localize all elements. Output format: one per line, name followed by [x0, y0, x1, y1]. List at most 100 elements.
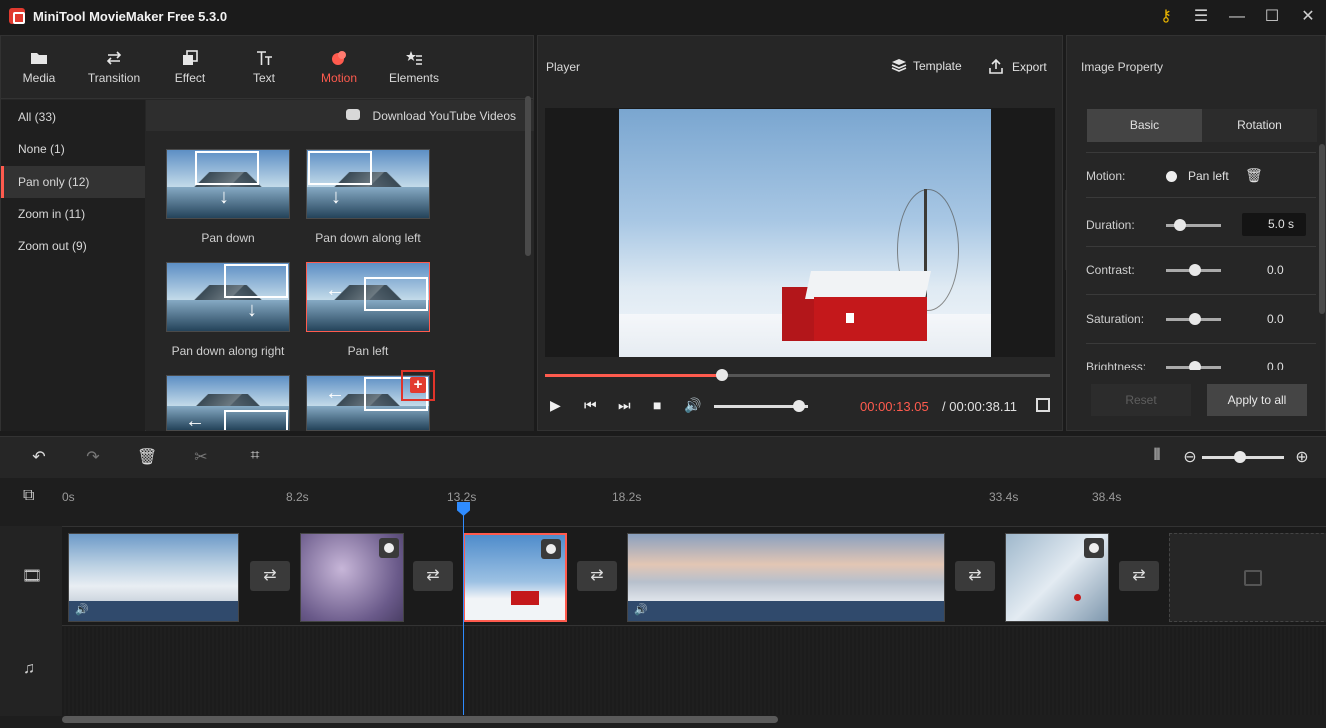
tab-basic[interactable]: Basic — [1087, 109, 1202, 142]
reset-button[interactable]: Reset — [1091, 384, 1191, 416]
music-track[interactable] — [62, 627, 1326, 715]
menu-icon[interactable]: ☰ — [1189, 5, 1213, 29]
category-zoom-in[interactable]: Zoom in (11) — [1, 198, 145, 230]
motion-thumb-pan-down[interactable]: ↓ — [166, 149, 290, 219]
video-track[interactable]: 🔊 ⇄ ⇄ ⇄ 🔊 ⇄ ⇄ — [62, 526, 1326, 626]
fullscreen-icon[interactable] — [1036, 398, 1050, 412]
layers-icon — [891, 59, 907, 72]
time-ruler[interactable]: 0s 8.2s 13.2s 18.2s 33.4s 38.4s — [62, 478, 1326, 516]
next-frame-button[interactable]: ⏭ — [618, 397, 631, 414]
zoom-in-icon[interactable]: ⊕ — [1292, 447, 1312, 467]
crop-icon[interactable]: ⌗ — [245, 447, 265, 467]
library-scrollbar[interactable] — [525, 96, 531, 256]
motion-thumb-pan-down-along-right[interactable]: ↓ — [166, 262, 290, 332]
category-all[interactable]: All (33) — [1, 101, 145, 133]
apply-to-all-button[interactable]: Apply to all — [1207, 384, 1307, 416]
motion-thumb-pan-down-along-left[interactable]: ↓ — [306, 149, 430, 219]
timeline-scrollbar[interactable] — [62, 716, 778, 723]
transition-slot[interactable]: ⇄ — [250, 561, 290, 591]
duration-input[interactable]: 5.0 s — [1242, 213, 1306, 236]
total-time: / 00:00:38.11 — [942, 399, 1017, 414]
tab-motion-label: Motion — [320, 71, 358, 85]
playback-progress-bar[interactable] — [545, 369, 1050, 381]
motion-library: Download YouTube Videos ↓ Pan down ↓ Pan… — [146, 100, 534, 431]
timeline-zoom-slider[interactable] — [1202, 451, 1284, 463]
clip-snow-mountain[interactable]: 🔊 — [68, 533, 239, 622]
tab-effect[interactable]: Effect — [163, 36, 217, 99]
zoom-out-icon[interactable]: ⊖ — [1180, 447, 1200, 467]
category-zoom-out[interactable]: Zoom out (9) — [1, 230, 145, 262]
player-title: Player — [546, 60, 581, 74]
track-header: 🎞 ♫ — [0, 526, 62, 716]
close-button[interactable]: ✕ — [1296, 5, 1320, 29]
duration-handle[interactable] — [1174, 219, 1186, 231]
volume-slider[interactable] — [714, 400, 808, 412]
brightness-row: Brightness: 0.0 — [1067, 354, 1325, 370]
zoom-handle[interactable] — [1234, 451, 1246, 463]
motion-thumb-row3-left[interactable]: ← — [166, 375, 290, 431]
category-list: All (33) None (1) Pan only (12) Zoom in … — [1, 100, 145, 431]
previous-frame-button[interactable]: ⏮ — [584, 397, 597, 414]
redo-icon[interactable]: ↷ — [83, 447, 103, 467]
video-preview-area[interactable] — [545, 108, 1055, 357]
plus-icon: + — [410, 377, 426, 393]
template-button[interactable]: Template — [891, 58, 962, 73]
tab-media[interactable]: Media — [13, 36, 65, 99]
delete-icon[interactable]: 🗑 — [137, 447, 157, 467]
undo-icon[interactable]: ↶ — [29, 447, 49, 467]
scissors-icon[interactable]: ✂ — [191, 447, 211, 467]
property-title: Image Property — [1081, 60, 1164, 74]
property-scrollbar[interactable] — [1319, 144, 1325, 314]
category-none[interactable]: None (1) — [1, 133, 145, 165]
clip-red-barn[interactable] — [463, 533, 567, 622]
saturation-slider[interactable] — [1166, 313, 1221, 325]
add-to-timeline-button[interactable]: + — [401, 370, 435, 401]
tab-elements[interactable]: Elements — [383, 36, 445, 99]
tick-label: 0s — [62, 490, 75, 504]
delete-motion-icon[interactable]: 🗑 — [1245, 167, 1263, 184]
tab-text-label: Text — [252, 71, 275, 85]
snap-icon[interactable]: ⦀ — [1147, 447, 1167, 467]
saturation-handle[interactable] — [1189, 313, 1201, 325]
stop-button[interactable]: ■ — [653, 397, 661, 413]
tab-rotation[interactable]: Rotation — [1202, 109, 1317, 142]
clip-snow-field[interactable]: 🔊 — [627, 533, 945, 622]
download-bar[interactable]: Download YouTube Videos — [146, 100, 534, 131]
contrast-slider[interactable] — [1166, 264, 1221, 276]
clip-audio: 🔊 — [628, 601, 944, 621]
key-icon[interactable]: ⚷ — [1154, 5, 1178, 29]
tab-text[interactable]: Text — [241, 36, 287, 99]
clip-sparkle[interactable] — [300, 533, 404, 622]
brightness-slider[interactable] — [1166, 361, 1221, 370]
volume-handle[interactable] — [792, 400, 805, 412]
drop-media-zone[interactable] — [1169, 533, 1326, 622]
play-button[interactable]: ▶ — [550, 397, 561, 414]
duration-slider[interactable] — [1166, 219, 1221, 231]
tab-transition[interactable]: Transition — [81, 36, 147, 99]
volume-icon[interactable]: 🔊 — [684, 397, 701, 414]
title-bar: MiniTool MovieMaker Free 5.3.0 ⚷ ☰ — ☐ ✕ — [0, 0, 1326, 34]
import-icon — [1244, 570, 1262, 586]
download-youtube-link[interactable]: Download YouTube Videos — [373, 109, 516, 123]
progress-handle[interactable] — [715, 369, 728, 381]
add-track-icon[interactable]: ⧉ — [23, 487, 34, 505]
transition-slot[interactable]: ⇄ — [1119, 561, 1159, 591]
transition-slot[interactable]: ⇄ — [577, 561, 617, 591]
brightness-handle[interactable] — [1189, 361, 1201, 370]
minimize-button[interactable]: — — [1225, 5, 1249, 29]
transition-slot[interactable]: ⇄ — [955, 561, 995, 591]
motion-thumb-pan-left[interactable]: ← — [306, 262, 430, 332]
clip-audio: 🔊 — [69, 601, 238, 621]
clip-frost-berries[interactable] — [1005, 533, 1109, 622]
contrast-handle[interactable] — [1189, 264, 1201, 276]
category-pan-only[interactable]: Pan only (12) — [1, 166, 145, 198]
export-button[interactable]: Export — [988, 58, 1047, 74]
transition-slot[interactable]: ⇄ — [413, 561, 453, 591]
maximize-button[interactable]: ☐ — [1260, 5, 1284, 29]
tab-effect-label: Effect — [174, 71, 206, 85]
motion-icon — [332, 51, 346, 65]
video-track-icon: 🎞 — [22, 568, 43, 585]
tab-transition-label: Transition — [87, 71, 141, 85]
tab-motion[interactable]: Motion — [313, 36, 365, 99]
contrast-value: 0.0 — [1267, 263, 1284, 277]
